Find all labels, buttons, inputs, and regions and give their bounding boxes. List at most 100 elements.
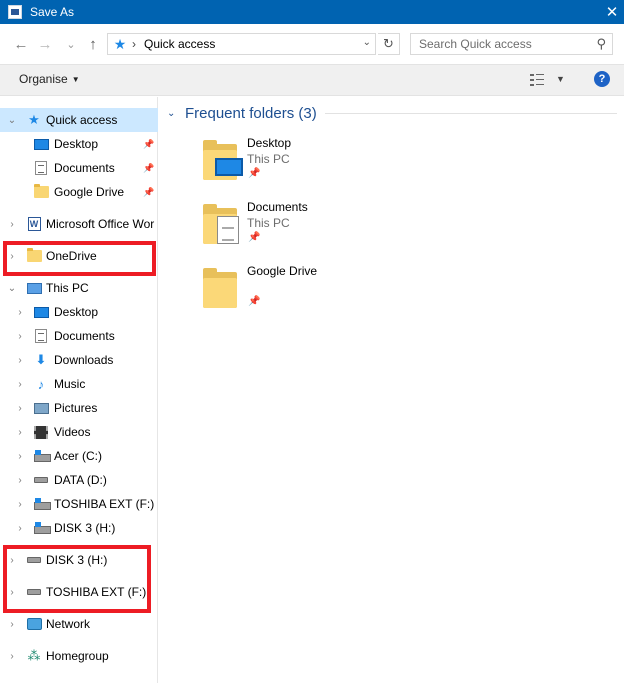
address-row: ← → ⌄ ↑ ★ › Quick access ⌄ ↻ ⚲ (0, 24, 624, 64)
up-button[interactable]: ↑ (84, 34, 102, 54)
help-button[interactable]: ? (594, 71, 610, 87)
documents-icon (33, 161, 49, 175)
group-title: Frequent folders (3) (185, 104, 317, 122)
chevron-right-icon[interactable]: › (7, 587, 17, 598)
pin-icon[interactable]: 📌 (143, 139, 154, 150)
chevron-down-icon[interactable]: ⌄ (7, 283, 17, 294)
chevron-down-icon[interactable]: ⌄ (167, 108, 179, 119)
view-options-caret-icon[interactable]: ▼ (556, 74, 565, 84)
sidebar-item-network[interactable]: › Network (0, 612, 158, 636)
back-button[interactable]: ← (12, 34, 30, 54)
sidebar-item-label: Homegroup (46, 649, 109, 663)
folder-icon (33, 184, 49, 199)
sidebar-item-videos[interactable]: › Videos (0, 420, 158, 444)
folder-name: Documents (247, 200, 308, 214)
close-icon: ✕ (605, 4, 619, 21)
sidebar-item-disk3-root[interactable]: › DISK 3 (H:) (0, 548, 158, 572)
refresh-icon: ↻ (383, 36, 394, 51)
chevron-right-icon[interactable]: › (15, 451, 25, 462)
folder-tile-google-drive[interactable]: Google Drive 📌 (199, 264, 399, 324)
sidebar-item-google-drive[interactable]: Google Drive 📌 (0, 180, 158, 204)
folder-tile-documents[interactable]: Documents This PC 📌 (199, 200, 399, 260)
sidebar-item-documents[interactable]: › Documents (0, 324, 158, 348)
sidebar-item-desktop[interactable]: › Desktop (0, 300, 158, 324)
chevron-right-icon[interactable]: › (15, 427, 25, 438)
sidebar-item-drive-c[interactable]: › Acer (C:) (0, 444, 158, 468)
folder-location: This PC (247, 152, 290, 166)
homegroup-icon: ⁂ (27, 648, 41, 663)
chevron-right-icon[interactable]: › (7, 651, 17, 662)
search-box[interactable]: ⚲ (410, 33, 613, 55)
chevron-down-icon[interactable]: ⌄ (7, 115, 17, 126)
sidebar-item-desktop-pinned[interactable]: Desktop 📌 (0, 132, 158, 156)
recent-locations-button[interactable]: ⌄ (64, 34, 78, 54)
sidebar-item-label: DATA (D:) (54, 473, 107, 487)
sidebar-item-label: Desktop (54, 137, 99, 151)
sidebar-item-music[interactable]: › ♪ Music (0, 372, 158, 396)
caret-down-icon: ▼ (71, 75, 80, 84)
search-input[interactable] (419, 37, 589, 51)
sidebar-item-label: Downloads (54, 353, 114, 367)
chevron-right-icon[interactable]: › (15, 331, 25, 342)
computer-icon (26, 281, 42, 295)
chevron-right-icon[interactable]: › (15, 499, 25, 510)
chevron-right-icon[interactable]: › (7, 219, 17, 230)
chevron-right-icon[interactable]: › (7, 251, 17, 262)
sidebar-item-label: This PC (46, 281, 89, 295)
sidebar-item-drive-f[interactable]: › TOSHIBA EXT (F:) (0, 492, 158, 516)
address-dropdown-icon[interactable]: ⌄ (363, 37, 371, 48)
folder-tile-desktop[interactable]: Desktop This PC 📌 (199, 136, 399, 196)
folder-icon (26, 248, 42, 263)
forward-arrow-icon: → (37, 35, 53, 53)
hard-drive-icon (26, 553, 42, 567)
navigation-pane[interactable]: ⌄ ★ Quick access Desktop 📌 Documents 📌 G… (0, 97, 158, 683)
sidebar-item-onedrive[interactable]: › OneDrive (0, 244, 158, 268)
quick-access-star-icon: ★ (113, 35, 127, 52)
music-note-icon: ♪ (37, 376, 45, 392)
chevron-right-icon[interactable]: › (15, 355, 25, 366)
forward-button[interactable]: → (36, 34, 54, 54)
sidebar-item-quick-access[interactable]: ⌄ ★ Quick access (0, 108, 158, 132)
pin-icon[interactable]: 📌 (248, 296, 260, 307)
sidebar-item-label: Videos (54, 425, 91, 439)
sidebar-item-toshiba-root[interactable]: › TOSHIBA EXT (F:) (0, 580, 158, 604)
pin-icon[interactable]: 📌 (248, 168, 260, 179)
breadcrumb-quick-access[interactable]: Quick access (144, 37, 215, 51)
search-icon[interactable]: ⚲ (596, 36, 606, 52)
pictures-icon (33, 401, 49, 415)
chevron-right-icon[interactable]: › (7, 619, 17, 630)
organise-button[interactable]: Organise ▼ (19, 72, 80, 86)
chevron-right-icon[interactable]: › (7, 555, 17, 566)
close-button[interactable]: ✕ (600, 0, 624, 24)
chevron-right-icon[interactable]: › (15, 379, 25, 390)
sidebar-item-label: OneDrive (46, 249, 97, 263)
file-list[interactable]: ⌄ Frequent folders (3) Desktop This PC 📌… (159, 97, 624, 683)
chevron-right-icon[interactable]: › (15, 475, 25, 486)
pin-icon[interactable]: 📌 (143, 187, 154, 198)
sidebar-item-homegroup[interactable]: › ⁂ Homegroup (0, 644, 158, 668)
sidebar-item-this-pc[interactable]: ⌄ This PC (0, 276, 158, 300)
sidebar-item-label: Network (46, 617, 91, 631)
sidebar-item-microsoft-office-word[interactable]: › W Microsoft Office Wor (0, 212, 158, 236)
pin-icon[interactable]: 📌 (248, 232, 260, 243)
folder-location: This PC (247, 216, 290, 230)
sidebar-item-documents-pinned[interactable]: Documents 📌 (0, 156, 158, 180)
refresh-button[interactable]: ↻ (378, 33, 400, 55)
folder-name: Google Drive (247, 264, 318, 278)
sidebar-item-drive-d[interactable]: › DATA (D:) (0, 468, 158, 492)
change-view-icon[interactable] (530, 74, 544, 86)
pin-icon[interactable]: 📌 (143, 163, 154, 174)
sidebar-item-drive-h[interactable]: › DISK 3 (H:) (0, 516, 158, 540)
address-bar[interactable]: ★ › Quick access ⌄ (107, 33, 376, 55)
sidebar-item-pictures[interactable]: › Pictures (0, 396, 158, 420)
group-header-frequent-folders[interactable]: ⌄ Frequent folders (3) (167, 103, 617, 123)
sidebar-item-downloads[interactable]: › ⬇ Downloads (0, 348, 158, 372)
sidebar-item-label: Music (54, 377, 86, 391)
chevron-right-icon[interactable]: › (15, 403, 25, 414)
usb-drive-icon (33, 521, 51, 535)
sidebar-item-label: Acer (C:) (54, 449, 102, 463)
chevron-right-icon[interactable]: › (15, 523, 25, 534)
documents-folder-icon (203, 204, 239, 244)
chevron-right-icon[interactable]: › (15, 307, 25, 318)
organise-label: Organise (19, 72, 68, 86)
